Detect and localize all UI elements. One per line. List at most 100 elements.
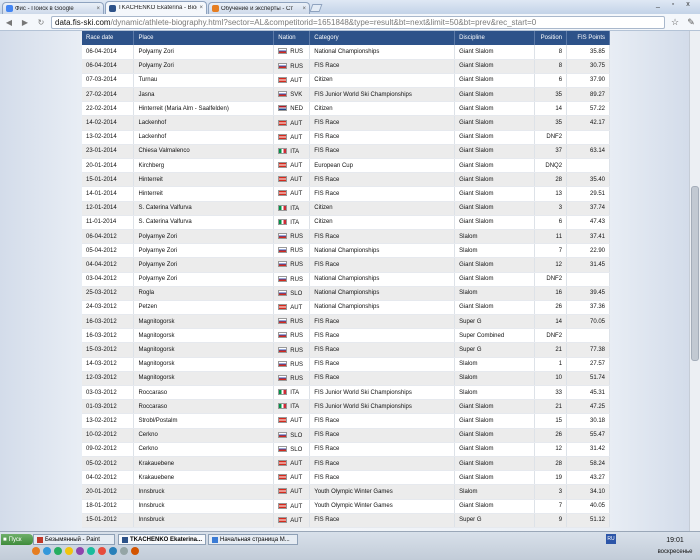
cell-place[interactable]: Hinterreit (Maria Alm - Saalfelden) — [133, 101, 275, 117]
cell-place[interactable]: Magnitogorsk — [133, 328, 275, 344]
cell-place[interactable]: Polyarny Zori — [133, 59, 275, 74]
cell-place[interactable]: Innsbruck — [133, 513, 275, 528]
cell-date[interactable]: 01-03-2012 — [82, 399, 135, 415]
cell-place[interactable]: Hinterreit — [133, 186, 275, 202]
forward-arrow-icon[interactable]: ▶ — [19, 16, 31, 28]
cell-date[interactable]: 05-04-2012 — [82, 243, 135, 259]
cell-date[interactable]: 11-01-2014 — [82, 215, 135, 230]
cell-place[interactable]: S. Caterina Valfurva — [133, 215, 275, 230]
cell-date[interactable]: 04-04-2012 — [82, 257, 135, 273]
cell-date[interactable]: 05-02-2012 — [82, 456, 135, 472]
quick-launch-icon[interactable] — [87, 547, 95, 555]
cell-date[interactable]: 14-02-2014 — [82, 115, 135, 131]
minimize-button[interactable]: _ — [652, 1, 664, 8]
column-header[interactable]: Nation — [273, 31, 311, 45]
browser-tab[interactable]: Фис - Поиск в Google × — [2, 2, 104, 14]
quick-launch-icon[interactable] — [32, 547, 40, 555]
cell-date[interactable]: 16-03-2012 — [82, 314, 135, 330]
taskbar-window-button[interactable]: Начальная страница M... — [208, 534, 298, 545]
taskbar-window-button[interactable]: Безымянный - Paint — [33, 534, 115, 545]
cell-place[interactable]: Turnau — [133, 73, 275, 89]
start-button[interactable]: ■ Пуск — [1, 534, 33, 545]
cell-date[interactable]: 04-02-2012 — [82, 470, 135, 486]
quick-launch-icon[interactable] — [65, 547, 73, 555]
vertical-scrollbar[interactable] — [689, 31, 700, 531]
cell-place[interactable]: Magnitogorsk — [133, 314, 275, 330]
cell-date[interactable]: 18-01-2012 — [82, 499, 135, 514]
cell-date[interactable]: 14-03-2012 — [82, 357, 135, 372]
cell-place[interactable]: S. Caterina Valfurva — [133, 201, 275, 216]
quick-launch-icon[interactable] — [98, 547, 106, 555]
cell-place[interactable]: Polyarny Zori — [133, 45, 275, 60]
cell-place[interactable]: Kirchberg — [133, 158, 275, 174]
cell-place[interactable]: Polyarnye Zori — [133, 272, 275, 287]
cell-place[interactable]: Cerkno — [133, 428, 275, 443]
cell-date[interactable]: 03-03-2012 — [82, 385, 135, 401]
scrollbar-thumb[interactable] — [691, 186, 699, 361]
cell-date[interactable]: 15-01-2014 — [82, 172, 135, 188]
address-bar[interactable]: data.fis-ski.com/dynamic/athlete-biograp… — [51, 15, 665, 29]
tab-close-icon[interactable]: × — [302, 6, 306, 12]
quick-launch-icon[interactable] — [54, 547, 62, 555]
new-tab-button[interactable] — [309, 4, 323, 12]
cell-date[interactable]: 22-02-2014 — [82, 101, 135, 117]
cell-place[interactable]: Chiesa Valmalenco — [133, 144, 275, 160]
cell-date[interactable]: 12-03-2012 — [82, 371, 135, 387]
cell-date[interactable]: 25-03-2012 — [82, 286, 135, 301]
column-header[interactable]: Category — [309, 31, 456, 45]
clock-time[interactable]: 19:01 — [652, 537, 698, 544]
cell-place[interactable]: Innsbruck — [133, 484, 275, 500]
cell-date[interactable]: 14-01-2014 — [82, 186, 135, 202]
cell-place[interactable]: Hinterreit — [133, 172, 275, 188]
cell-date[interactable]: 15-01-2012 — [82, 513, 135, 528]
cell-place[interactable]: Polyarnye Zori — [133, 229, 275, 245]
cell-place[interactable]: Lackenhof — [133, 115, 275, 131]
cell-date[interactable]: 23-01-2014 — [82, 144, 135, 160]
language-indicator[interactable]: RU — [606, 534, 616, 544]
reload-icon[interactable]: ↻ — [35, 16, 47, 28]
cell-date[interactable]: 27-02-2014 — [82, 87, 135, 103]
cell-place[interactable]: Lackenhof — [133, 130, 275, 145]
close-window-button[interactable]: x — [682, 1, 694, 8]
cell-place[interactable]: Cerkno — [133, 442, 275, 457]
cell-place[interactable]: Petzen — [133, 300, 275, 316]
cell-date[interactable]: 13-02-2014 — [82, 130, 135, 145]
tab-close-icon[interactable]: × — [96, 6, 100, 12]
cell-place[interactable]: Roccaraso — [133, 385, 275, 401]
back-arrow-icon[interactable]: ◀ — [3, 16, 15, 28]
cell-date[interactable]: 13-02-2012 — [82, 413, 135, 429]
column-header[interactable]: Position — [534, 31, 568, 45]
browser-tab[interactable]: TKACHENKO Ekaterina - Biog × — [105, 1, 207, 14]
cell-place[interactable]: Polyarnye Zori — [133, 257, 275, 273]
wrench-icon[interactable]: ✎ — [685, 17, 697, 28]
taskbar-window-button[interactable]: TKACHENKO Ekaterina... — [118, 534, 206, 545]
cell-place[interactable]: Strobl/Postalm — [133, 413, 275, 429]
cell-place[interactable]: Magnitogorsk — [133, 371, 275, 387]
cell-date[interactable]: 16-03-2012 — [82, 328, 135, 344]
quick-launch-icon[interactable] — [109, 547, 117, 555]
cell-date[interactable]: 07-03-2014 — [82, 73, 135, 89]
maximize-button[interactable]: ▫ — [667, 1, 679, 8]
cell-date[interactable]: 03-04-2012 — [82, 272, 135, 287]
cell-place[interactable]: Krakauebene — [133, 456, 275, 472]
cell-date[interactable]: 12-01-2014 — [82, 201, 135, 216]
quick-launch-icon[interactable] — [131, 547, 139, 555]
cell-place[interactable]: Polyarnye Zori — [133, 243, 275, 259]
quick-launch-icon[interactable] — [76, 547, 84, 555]
cell-date[interactable]: 24-03-2012 — [82, 300, 135, 316]
browser-tab[interactable]: Обучение и эксперты - Ст × — [208, 2, 310, 14]
column-header[interactable]: Discipline — [454, 31, 536, 45]
cell-place[interactable]: Magnitogorsk — [133, 342, 275, 358]
column-header[interactable]: FIS Points — [566, 31, 610, 45]
cell-date[interactable]: 15-03-2012 — [82, 342, 135, 358]
cell-date[interactable]: 10-02-2012 — [82, 428, 135, 443]
quick-launch-icon[interactable] — [43, 547, 51, 555]
cell-place[interactable]: Innsbruck — [133, 499, 275, 514]
cell-place[interactable]: Krakauebene — [133, 470, 275, 486]
cell-place[interactable]: Jasna — [133, 87, 275, 103]
cell-place[interactable]: Rogla — [133, 286, 275, 301]
tab-close-icon[interactable]: × — [199, 5, 203, 11]
column-header[interactable]: Race date — [82, 31, 135, 45]
cell-date[interactable]: 06-04-2012 — [82, 229, 135, 245]
quick-launch-icon[interactable] — [120, 547, 128, 555]
